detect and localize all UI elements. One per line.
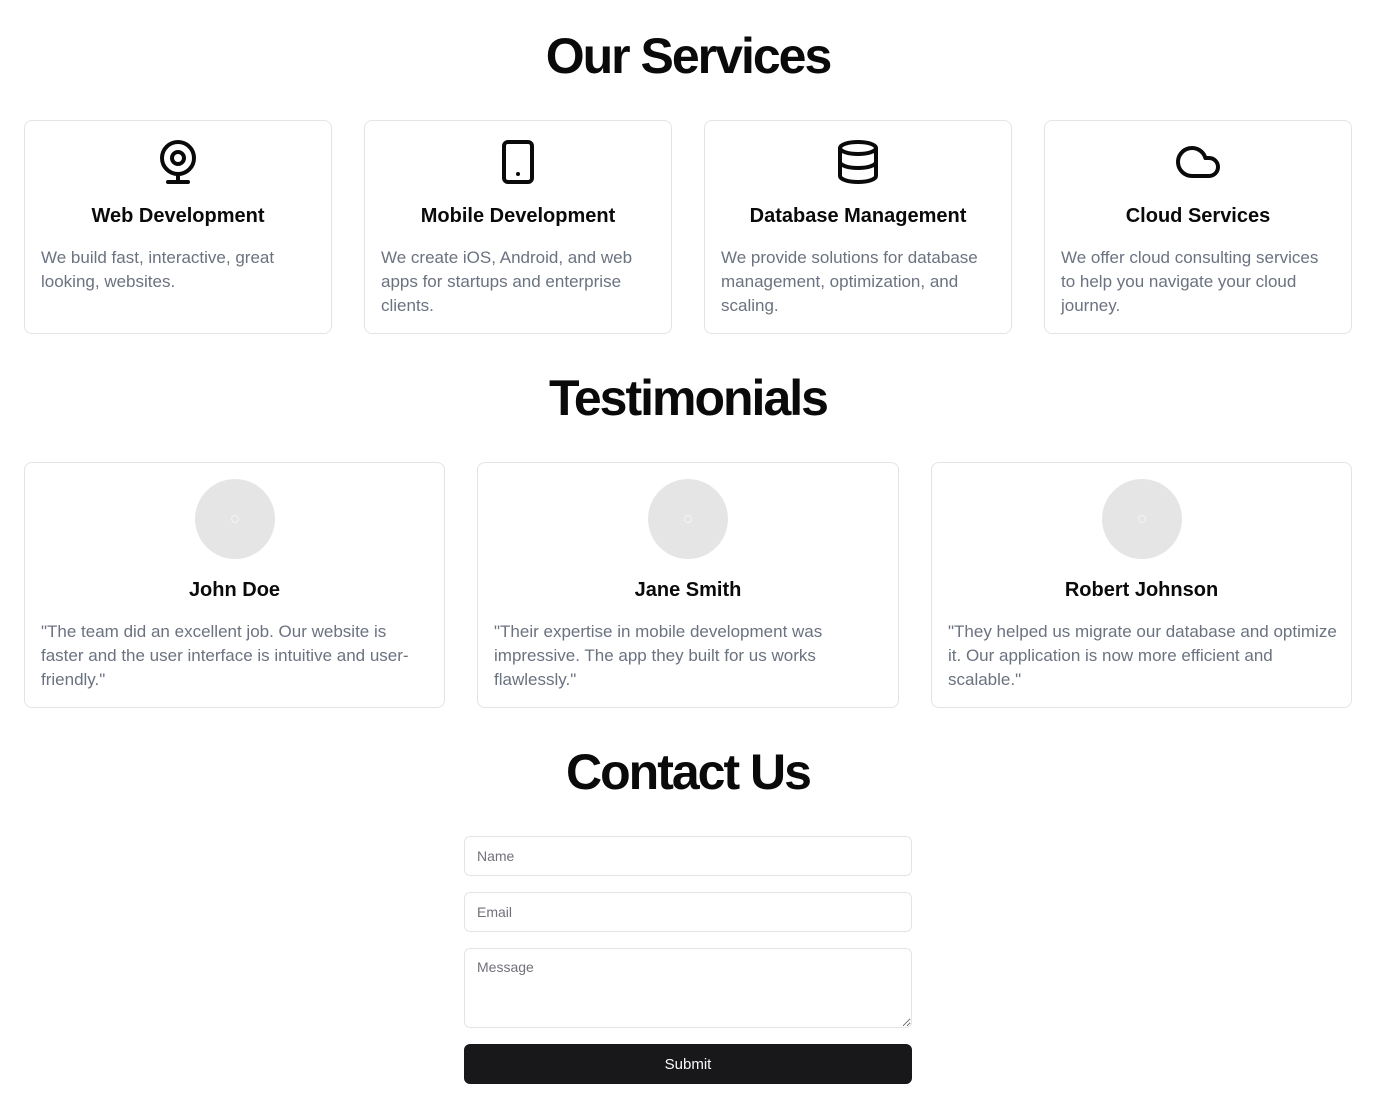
service-description: We provide solutions for database manage… xyxy=(721,248,978,315)
contact-heading: Contact Us xyxy=(566,744,812,800)
database-icon xyxy=(834,138,882,186)
service-title: Web Development xyxy=(91,205,265,227)
services-heading: Our Services xyxy=(545,28,833,84)
email-input[interactable] xyxy=(464,892,912,932)
testimonial-quote: "Their expertise in mobile development w… xyxy=(494,622,823,689)
service-description: We create iOS, Android, and web apps for… xyxy=(381,248,633,315)
page: Our Services Web Development We build fa… xyxy=(0,0,1376,1116)
service-title: Cloud Services xyxy=(1125,205,1271,227)
service-card-database-management: Database Management We provide solutions… xyxy=(704,120,1012,334)
avatar xyxy=(1101,479,1182,559)
testimonial-card: Jane Smith "Their expertise in mobile de… xyxy=(477,462,899,708)
testimonial-card: John Doe "The team did an excellent job.… xyxy=(24,462,445,708)
webcam-icon xyxy=(154,138,202,186)
service-card-mobile-development: Mobile Development We create iOS, Androi… xyxy=(364,120,672,334)
tablet-icon xyxy=(494,138,542,186)
submit-button[interactable]: Submit xyxy=(464,1044,912,1084)
service-description: We build fast, interactive, great lookin… xyxy=(41,248,275,291)
testimonial-author: Jane Smith xyxy=(634,579,742,601)
testimonial-author: Robert Johnson xyxy=(1064,579,1219,601)
testimonial-quote: "They helped us migrate our database and… xyxy=(948,622,1337,689)
service-card-web-development: Web Development We build fast, interacti… xyxy=(24,120,332,334)
service-title: Database Management xyxy=(749,205,967,227)
testimonial-quote: "The team did an excellent job. Our webs… xyxy=(41,622,409,689)
cloud-icon xyxy=(1174,138,1222,186)
testimonial-card: Robert Johnson "They helped us migrate o… xyxy=(931,462,1352,708)
name-input[interactable] xyxy=(464,836,912,876)
service-title: Mobile Development xyxy=(420,205,616,227)
service-card-cloud-services: Cloud Services We offer cloud consulting… xyxy=(1044,120,1352,334)
service-description: We offer cloud consulting services to he… xyxy=(1061,248,1319,315)
testimonials-heading: Testimonials xyxy=(549,370,829,426)
message-textarea[interactable] xyxy=(464,948,912,1028)
avatar xyxy=(648,479,728,559)
avatar xyxy=(194,479,275,559)
testimonial-author: John Doe xyxy=(188,579,281,601)
